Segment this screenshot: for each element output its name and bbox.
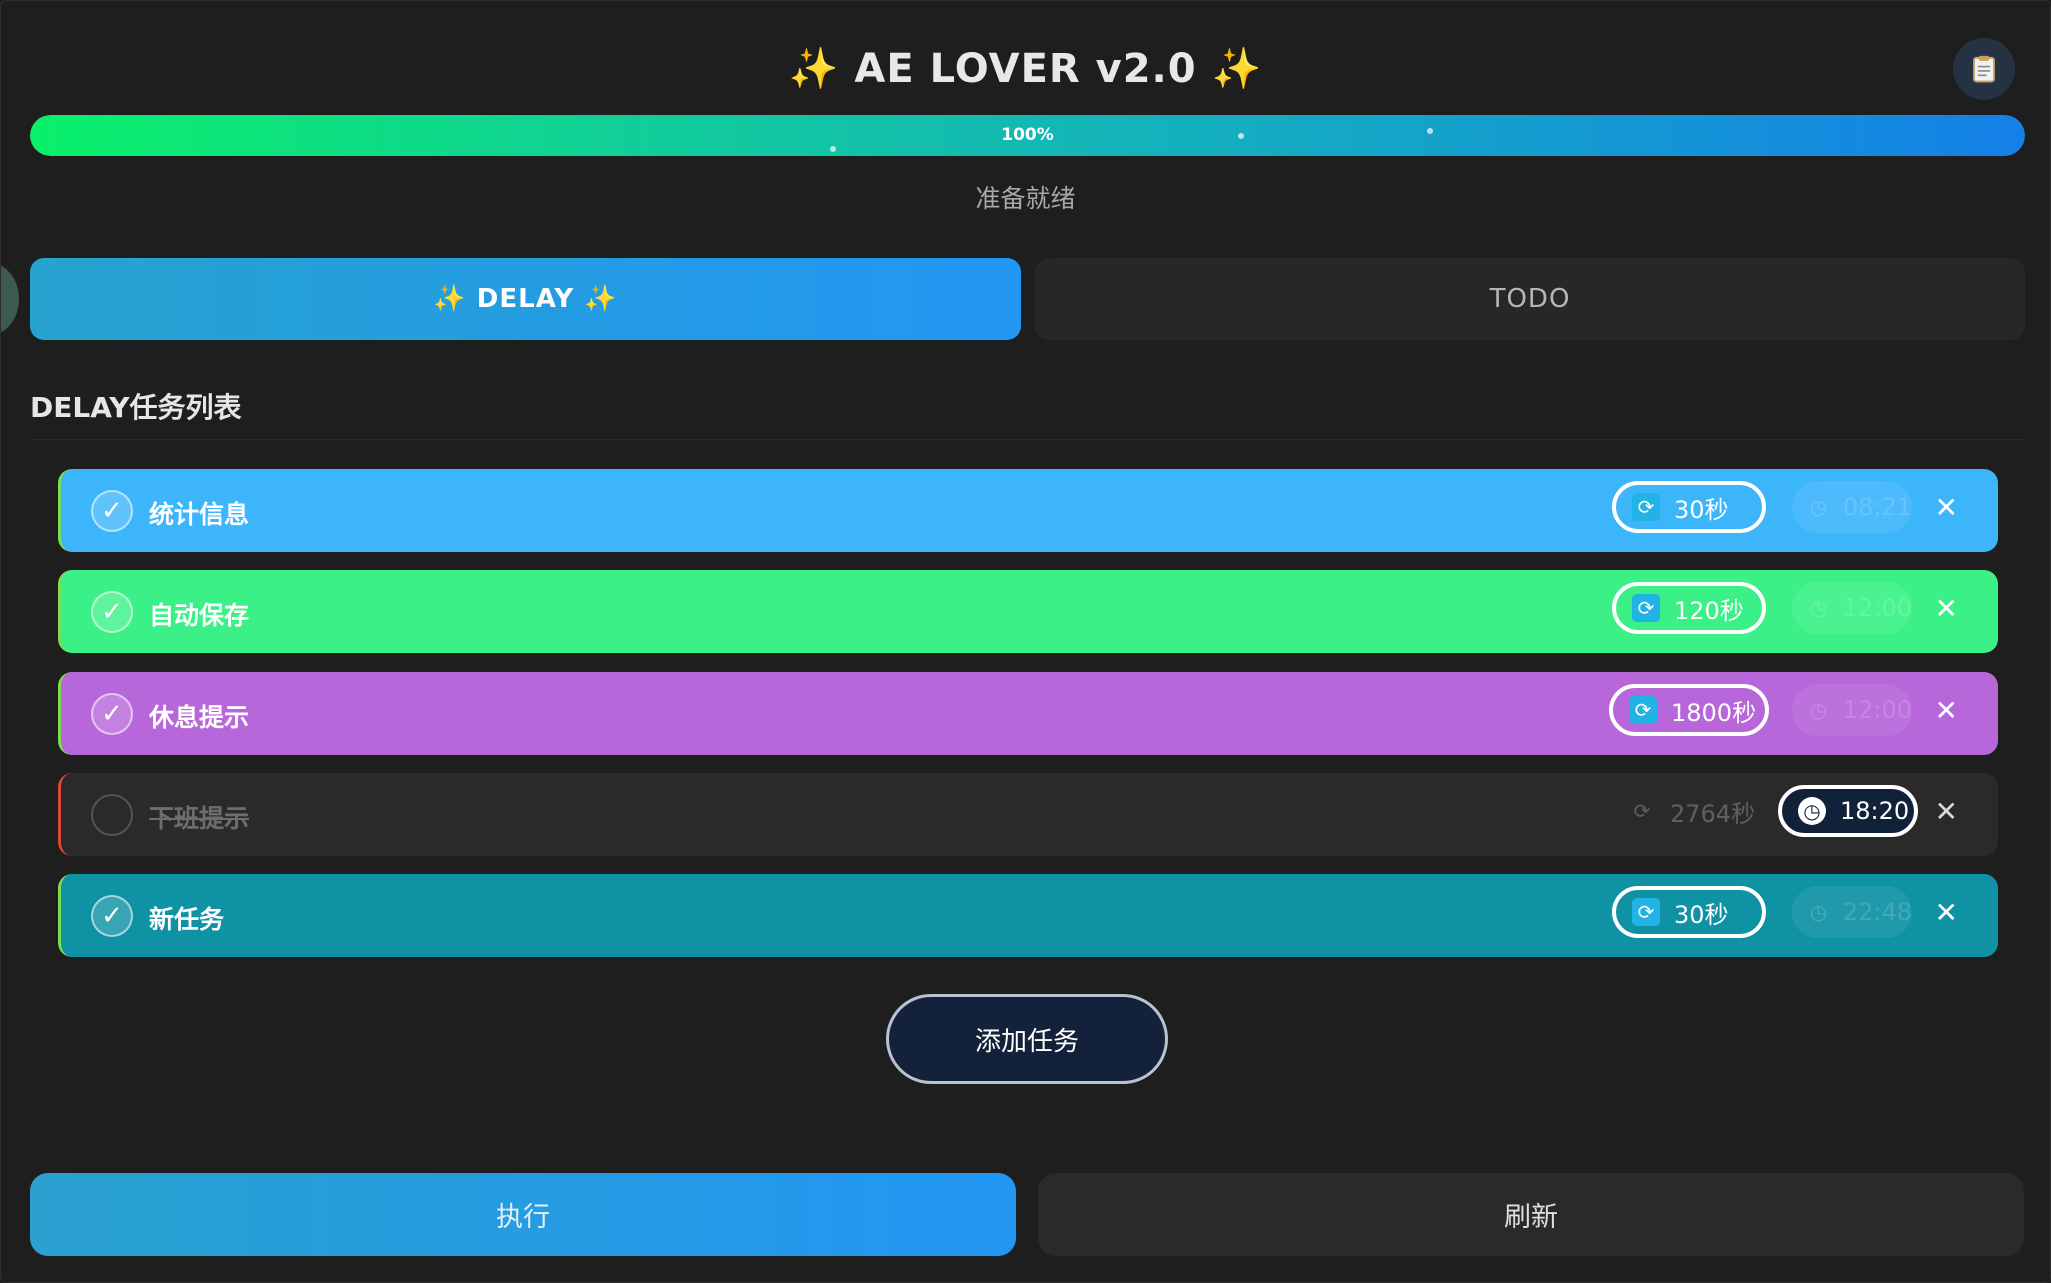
delete-task-button[interactable]: ✕ (1935, 491, 1958, 524)
task-time-pill[interactable]: ◷ 18:20 (1778, 785, 1918, 837)
clock-icon: ◷ (1809, 596, 1828, 620)
progress-sparkle (830, 146, 836, 152)
status-text: 准备就绪 (975, 184, 1076, 213)
task-time-pill[interactable]: ◷ 12:00 (1792, 684, 1912, 736)
refresh-icon: ⟳ (1632, 594, 1660, 622)
task-name[interactable]: 休息提示 (149, 698, 249, 734)
delete-task-button[interactable]: ✕ (1935, 592, 1958, 625)
progress-bar: 100% (30, 115, 2025, 156)
refresh-button[interactable]: 刷新 (1038, 1173, 2024, 1256)
task-time: 12:00 (1842, 594, 1912, 622)
task-time: 08:21 (1842, 493, 1912, 521)
tab-delay[interactable]: ✨ DELAY ✨ (30, 258, 1021, 340)
task-time-pill[interactable]: ◷ 08:21 (1792, 481, 1912, 533)
delete-task-button[interactable]: ✕ (1935, 694, 1958, 727)
refresh-icon: ⟳ (1633, 799, 1651, 823)
task-interval: 1800秒 (1671, 698, 1757, 727)
add-task-button[interactable]: 添加任务 (886, 994, 1168, 1084)
app-window: ✨ AE LOVER v2.0 ✨ 100% 准备就绪 ✨ DELAY ✨ TO… (0, 0, 2051, 1283)
task-checkbox[interactable]: ✓ (91, 591, 133, 633)
progress-text: 100% (1001, 125, 1054, 145)
task-interval-pill[interactable]: ⟳ 2764秒 (1612, 785, 1766, 837)
clipboard-icon (1973, 55, 1995, 83)
task-name[interactable]: 下班提示 (149, 799, 249, 835)
side-handle[interactable] (1, 263, 19, 335)
task-time: 22:48 (1842, 898, 1912, 926)
task-row: ✓ 自动保存 ⟳ 120秒 ◷ 12:00 ✕ (58, 570, 1998, 653)
task-interval: 120秒 (1674, 596, 1744, 625)
task-interval-pill[interactable]: ⟳ 1800秒 (1609, 684, 1769, 736)
task-interval-pill[interactable]: ⟳ 120秒 (1612, 582, 1766, 634)
section-divider (30, 439, 2025, 440)
tab-todo[interactable]: TODO (1035, 258, 2025, 340)
task-time: 18:20 (1840, 797, 1910, 825)
task-time: 12:00 (1842, 696, 1912, 724)
task-interval: 2764秒 (1670, 799, 1756, 828)
task-interval-pill[interactable]: ⟳ 30秒 (1612, 481, 1766, 533)
app-title: ✨ AE LOVER v2.0 ✨ (788, 46, 1263, 92)
refresh-icon: ⟳ (1632, 898, 1660, 926)
task-interval: 30秒 (1674, 900, 1729, 929)
refresh-icon: ⟳ (1629, 696, 1657, 724)
task-row: ✓ 新任务 ⟳ 30秒 ◷ 22:48 ✕ (58, 874, 1998, 957)
task-interval: 30秒 (1674, 495, 1729, 524)
task-name[interactable]: 新任务 (149, 900, 224, 936)
clock-icon: ◷ (1809, 495, 1828, 519)
task-checkbox[interactable]: ✓ (91, 693, 133, 735)
clock-icon: ◷ (1809, 698, 1828, 722)
task-row: 下班提示 ⟳ 2764秒 ◷ 18:20 ✕ (58, 773, 1998, 856)
section-title: DELAY任务列表 (30, 391, 242, 424)
task-row: ✓ 统计信息 ⟳ 30秒 ◷ 08:21 ✕ (58, 469, 1998, 552)
tab-delay-label: ✨ DELAY ✨ (433, 284, 618, 314)
task-name[interactable]: 统计信息 (149, 495, 249, 531)
task-interval-pill[interactable]: ⟳ 30秒 (1612, 886, 1766, 938)
tab-todo-label: TODO (1489, 284, 1571, 314)
task-checkbox[interactable]: ✓ (91, 490, 133, 532)
run-button[interactable]: 执行 (30, 1173, 1016, 1256)
refresh-icon: ⟳ (1632, 493, 1660, 521)
task-row: ✓ 休息提示 ⟳ 1800秒 ◷ 12:00 ✕ (58, 672, 1998, 755)
clock-icon: ◷ (1809, 900, 1828, 924)
task-time-pill[interactable]: ◷ 22:48 (1792, 886, 1912, 938)
task-name[interactable]: 自动保存 (149, 596, 249, 632)
task-checkbox[interactable]: ✓ (91, 895, 133, 937)
task-checkbox[interactable] (91, 794, 133, 836)
log-button[interactable] (1953, 38, 2015, 100)
task-time-pill[interactable]: ◷ 12:00 (1792, 582, 1912, 634)
delete-task-button[interactable]: ✕ (1935, 896, 1958, 929)
delete-task-button[interactable]: ✕ (1935, 795, 1958, 828)
clock-icon: ◷ (1798, 797, 1826, 825)
